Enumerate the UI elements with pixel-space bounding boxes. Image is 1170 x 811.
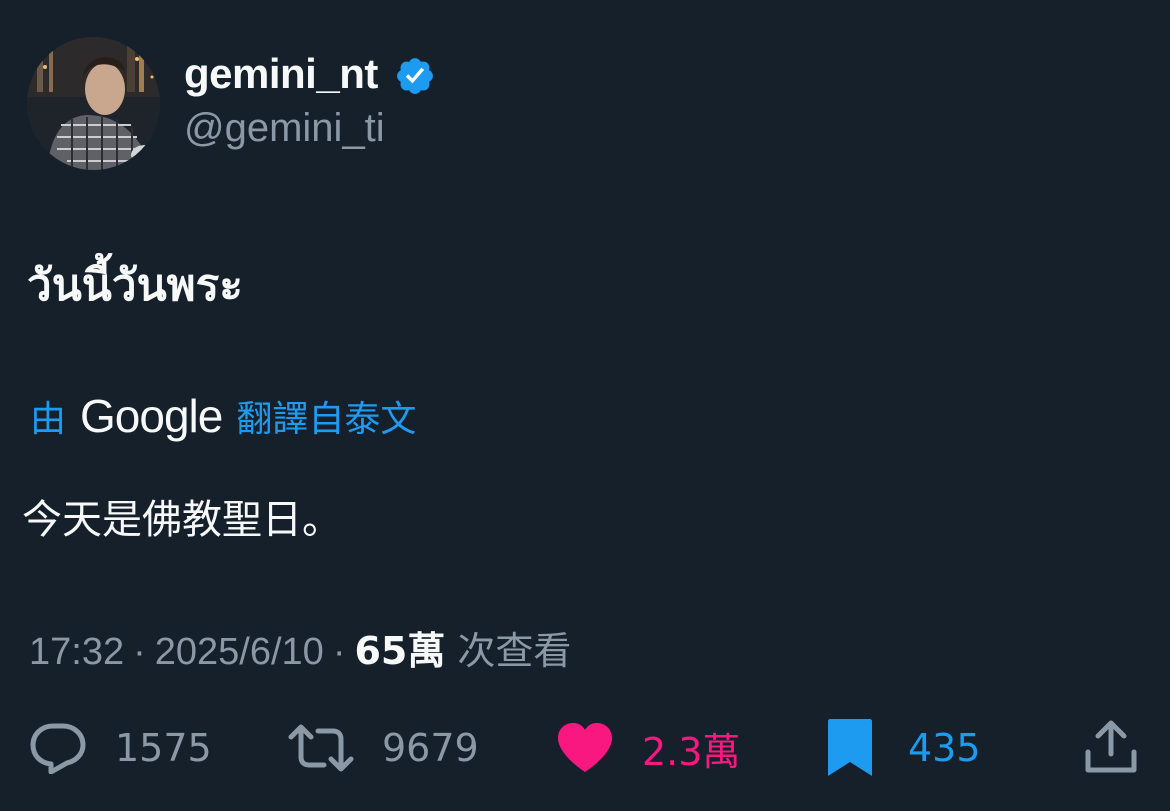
bookmark-count: 435	[908, 726, 981, 770]
tweet-meta: 17:32 · 2025/6/10 · 65萬 次查看	[29, 620, 571, 675]
google-logo: Google	[80, 390, 223, 442]
meta-separator: ·	[133, 631, 146, 673]
reply-button[interactable]: 1575	[29, 718, 212, 778]
translated-text: 今天是佛教聖日。	[22, 497, 342, 543]
retweet-button[interactable]: 9679	[288, 718, 479, 778]
verified-badge-icon	[397, 58, 433, 94]
bookmark-button[interactable]: 435	[826, 718, 981, 778]
share-button[interactable]	[1084, 718, 1138, 778]
tweet-date[interactable]: 2025/6/10	[155, 631, 324, 674]
retweet-count: 9679	[382, 726, 479, 770]
heart-icon	[558, 723, 612, 772]
tweet-text: วันนี้วันพระ	[27, 260, 243, 311]
avatar-image	[27, 37, 160, 170]
tweet-time[interactable]: 17:32	[29, 631, 124, 674]
share-icon	[1085, 720, 1137, 773]
display-name[interactable]: gemini_nt	[184, 50, 378, 98]
like-button[interactable]: 2.3萬	[556, 718, 740, 778]
view-count-label: 次查看	[457, 629, 572, 673]
avatar[interactable]	[27, 37, 160, 170]
translation-prefix: 由	[30, 399, 67, 440]
translation-attribution[interactable]: 由 Google 翻譯自泰文	[30, 388, 416, 444]
retweet-icon	[288, 724, 354, 772]
reply-icon	[30, 723, 86, 774]
meta-separator: ·	[332, 631, 346, 673]
user-handle[interactable]: @gemini_ti	[184, 106, 385, 151]
reply-count: 1575	[115, 726, 212, 770]
bookmark-icon	[828, 719, 872, 776]
translation-source-label[interactable]: 翻譯自泰文	[236, 390, 416, 442]
like-count: 2.3萬	[642, 729, 741, 774]
view-count[interactable]: 65萬	[354, 620, 445, 675]
